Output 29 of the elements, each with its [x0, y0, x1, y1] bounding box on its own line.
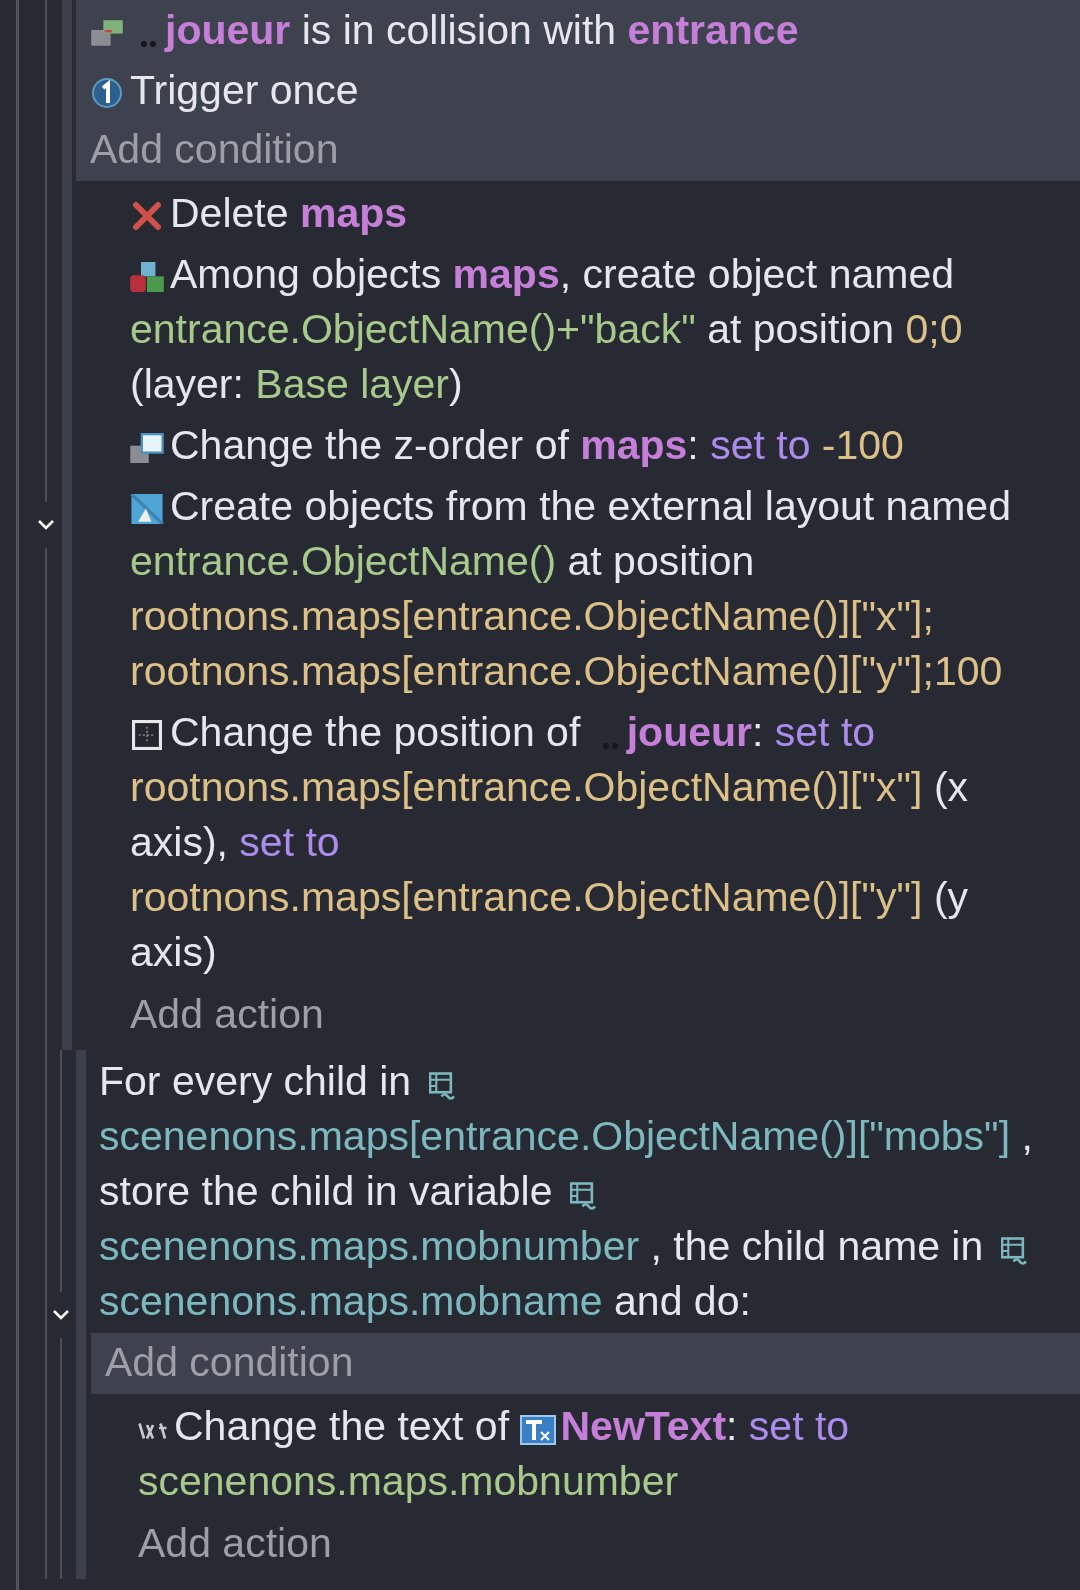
variable-icon [428, 1072, 455, 1100]
variable-icon [569, 1182, 596, 1210]
add-action-button[interactable]: Add action [130, 983, 1080, 1050]
layout-icon [130, 494, 164, 524]
add-condition-button[interactable]: Add condition [105, 1333, 1080, 1392]
collision-icon [90, 18, 124, 48]
action-text[interactable]: Delete maps [130, 186, 1080, 241]
cubes-icon [130, 262, 164, 292]
add-condition-button[interactable]: Add condition [90, 120, 1080, 179]
crosshair-icon [130, 720, 164, 750]
sprite-icon [140, 40, 157, 48]
sprite-icon [601, 742, 619, 750]
condition-text[interactable]: joueur is in collision with entrance [90, 3, 1080, 58]
text-object-icon [520, 1415, 557, 1445]
layers-icon [130, 433, 164, 463]
add-action-button[interactable]: Add action [138, 1512, 1080, 1579]
number-one-icon [90, 78, 124, 108]
loop-header-text[interactable]: For every child in scenenons.maps[entrance.ObjectName()]["mobs"] , store the child in variable scenenons.maps.mobnumber , the child name in scenenons.maps.mobname and do: [99, 1054, 1080, 1329]
action-text[interactable]: Create objects from the external layout named entrance.ObjectName() at position rootnons.maps[entrance.ObjectName()]["x"];rootnons.maps[entrance.ObjectName()]["y"];100 [130, 479, 1080, 699]
action-text[interactable]: Change the text of NewText: set to scenenons.maps.mobnumber [138, 1399, 1080, 1509]
delete-icon [130, 201, 164, 231]
variable-icon [1000, 1237, 1027, 1265]
collapse-chevron[interactable] [37, 520, 55, 530]
action-text[interactable]: Change the position of joueur: set to rootnons.maps[entrance.ObjectName()]["x"] (x axis), set to rootnons.maps[entrance.ObjectName()]["y"] (y axis) [130, 705, 1080, 980]
action-text[interactable]: Among objects maps, create object named entrance.ObjectName()+"back" at position 0;0 (layer: Base layer) [130, 247, 1080, 412]
action-text[interactable]: Change the z-order of maps: set to -100 [130, 418, 1080, 473]
collapse-chevron[interactable] [52, 1309, 70, 1320]
condition-text[interactable]: Trigger once [90, 63, 1080, 118]
text-tool-icon [138, 1422, 168, 1440]
